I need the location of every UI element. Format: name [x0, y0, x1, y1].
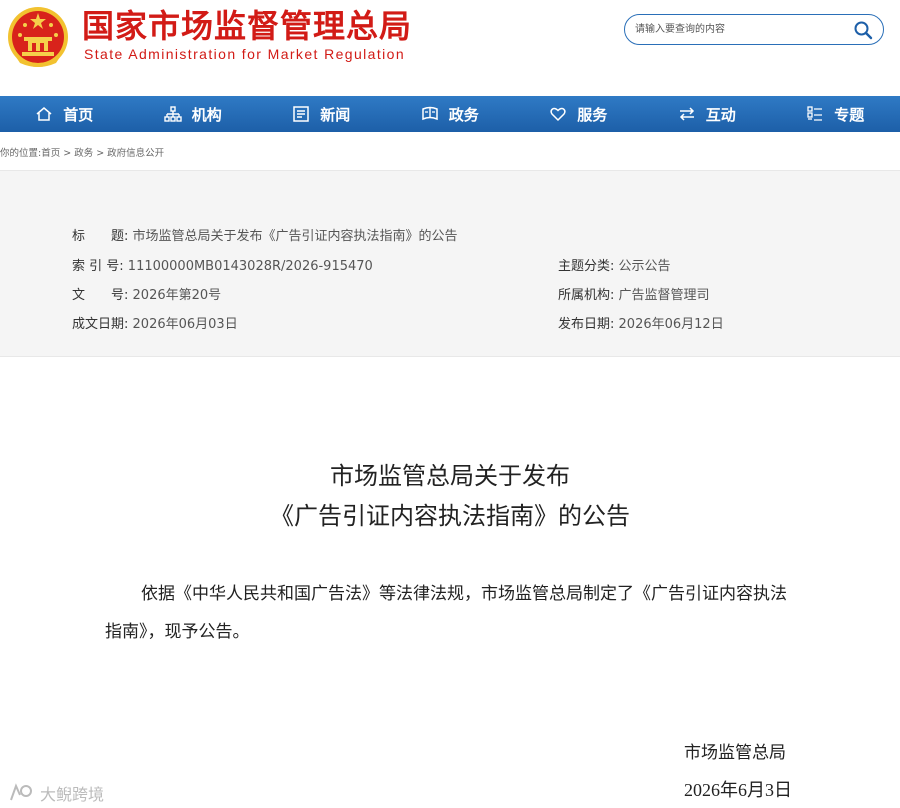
news-icon: [293, 106, 309, 122]
info-label: 发布日期:: [558, 317, 615, 332]
main-nav: 首页 机构 新闻 政务 服务 互动 专题: [0, 96, 900, 132]
breadcrumb-affairs[interactable]: 政务: [74, 148, 93, 159]
info-label: 文 号:: [72, 288, 129, 303]
site-header: 国家市场监督管理总局 State Administration for Mark…: [0, 0, 900, 96]
breadcrumb-prefix: 你的位置:: [0, 148, 42, 159]
watermark-text: 大鲵跨境: [40, 785, 105, 804]
national-emblem-icon: [8, 7, 68, 67]
search-box: [624, 14, 884, 45]
info-title-row: 标 题: 市场监管总局关于发布《广告引证内容执法指南》的公告: [72, 225, 458, 244]
info-date-row: 成文日期: 2026年06月03日: [72, 313, 238, 332]
info-label: 主题分类:: [558, 259, 615, 274]
info-label: 成文日期:: [72, 317, 129, 332]
article-title-line1: 市场监管总局关于发布: [330, 462, 570, 490]
nav-label: 互动: [705, 105, 736, 124]
org-icon: [164, 106, 182, 122]
home-icon: [36, 107, 52, 121]
info-date-value: 2026年06月03日: [132, 317, 238, 332]
nav-item-service[interactable]: 服务: [514, 96, 643, 132]
nav-label: 机构: [191, 105, 222, 124]
heart-icon: [550, 107, 566, 122]
nav-label: 服务: [577, 105, 608, 124]
breadcrumb-separator: >: [96, 148, 105, 159]
info-label: 所属机构:: [558, 288, 615, 303]
nav-item-org[interactable]: 机构: [129, 96, 258, 132]
article-title-line2: 《广告引证内容执法指南》的公告: [270, 502, 630, 530]
search-icon[interactable]: [853, 20, 873, 40]
info-label: 标 题:: [72, 229, 129, 244]
document-info-box: 标 题: 市场监管总局关于发布《广告引证内容执法指南》的公告 索 引 号: 11…: [0, 170, 900, 357]
search-input[interactable]: [635, 19, 845, 40]
info-index-row: 索 引 号: 11100000MB0143028R/2026-915470: [72, 255, 373, 274]
topics-icon: [807, 106, 823, 121]
article-sign-date: 2026年6月3日: [684, 780, 792, 800]
nav-label: 政务: [448, 105, 479, 124]
info-title-value: 市场监管总局关于发布《广告引证内容执法指南》的公告: [132, 229, 458, 244]
article-body: 依据《中华人民共和国广告法》等法律法规，市场监管总局制定了《广告引证内容执法指南…: [105, 584, 787, 642]
breadcrumb-separator: >: [63, 148, 72, 159]
nav-label: 新闻: [320, 105, 351, 124]
watermark: 大鲵跨境: [8, 781, 104, 805]
nav-label: 专题: [834, 105, 865, 124]
nav-item-topics[interactable]: 专题: [771, 96, 900, 132]
info-topic-row: 主题分类: 公示公告: [558, 255, 671, 274]
nav-item-interact[interactable]: 互动: [643, 96, 772, 132]
article-signature: 市场监管总局: [684, 743, 786, 763]
nav-item-news[interactable]: 新闻: [257, 96, 386, 132]
info-org-value: 广告监督管理司: [618, 288, 710, 303]
nav-item-home[interactable]: 首页: [0, 96, 129, 132]
affairs-icon: [421, 106, 438, 121]
breadcrumb-home[interactable]: 首页: [41, 148, 60, 159]
info-org-row: 所属机构: 广告监督管理司: [558, 284, 710, 303]
info-label: 索 引 号:: [72, 259, 124, 274]
site-title: 国家市场监督管理总局: [82, 7, 413, 45]
info-pubdate-row: 发布日期: 2026年06月12日: [558, 313, 724, 332]
nav-label: 首页: [63, 105, 94, 124]
info-doc-row: 文 号: 2026年第20号: [72, 284, 221, 303]
watermark-logo-icon: [10, 783, 32, 801]
info-topic-value: 公示公告: [618, 259, 671, 274]
breadcrumb: 你的位置:首页 > 政务 > 政府信息公开: [0, 145, 164, 159]
nav-item-affairs[interactable]: 政务: [386, 96, 515, 132]
site-subtitle: State Administration for Market Regulati…: [84, 46, 406, 62]
info-doc-value: 2026年第20号: [132, 288, 222, 303]
info-index-value: 11100000MB0143028R/2026-915470: [127, 259, 373, 274]
exchange-icon: [679, 107, 694, 121]
info-pubdate-value: 2026年06月12日: [618, 317, 724, 332]
breadcrumb-gov-info[interactable]: 政府信息公开: [107, 148, 164, 159]
